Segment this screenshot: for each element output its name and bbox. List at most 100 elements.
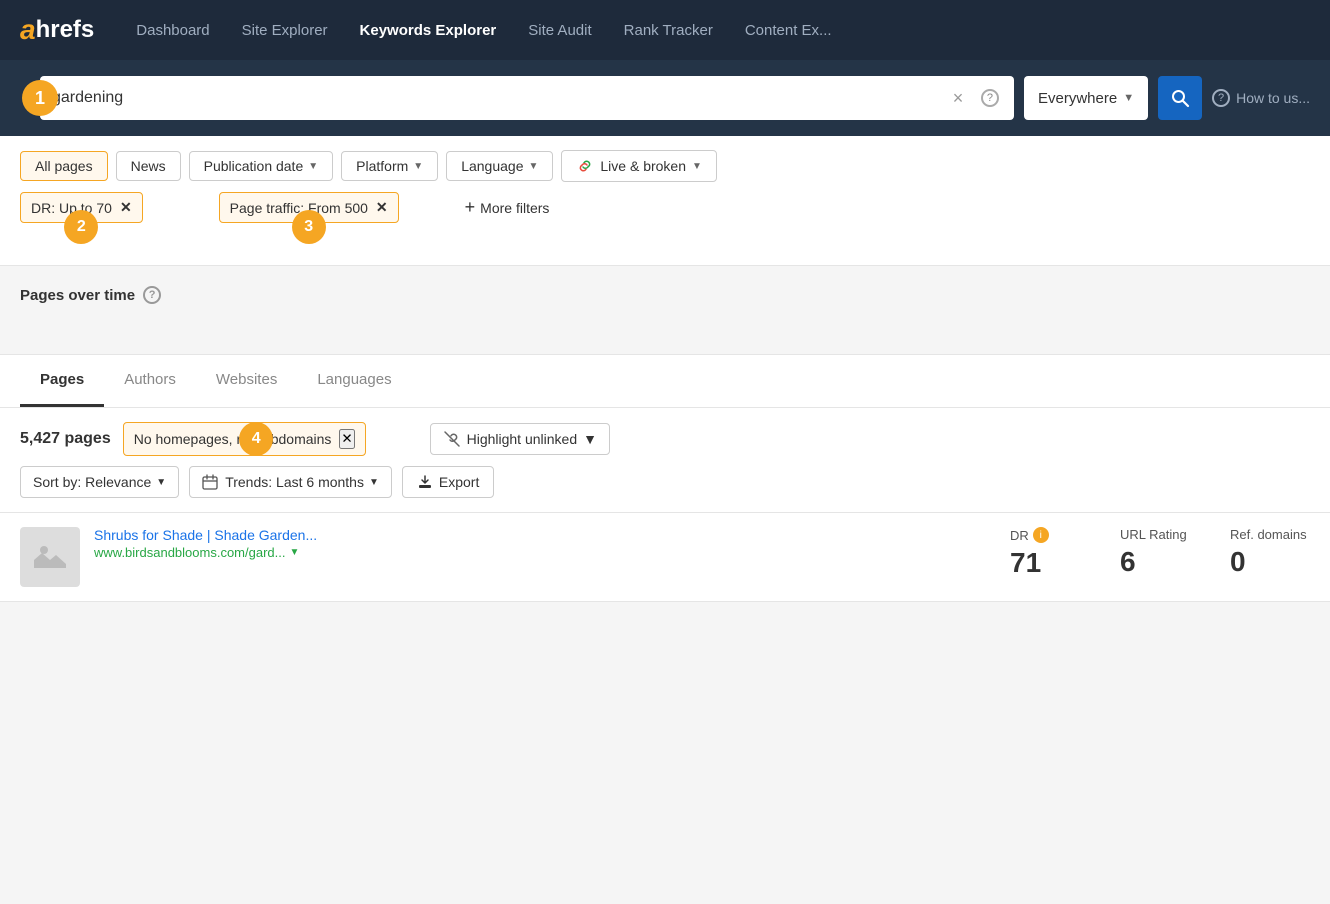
search-icon [1170, 88, 1190, 108]
dr-value: 71 [1010, 547, 1090, 579]
url-rating-label: URL Rating [1120, 527, 1200, 542]
trends-button[interactable]: Trends: Last 6 months ▼ [189, 466, 392, 498]
chevron-down-icon: ▼ [413, 161, 423, 172]
nav-links: Dashboard Site Explorer Keywords Explore… [124, 16, 843, 45]
remove-no-homepages-button[interactable]: ✕ [339, 429, 354, 449]
unlink-icon [443, 430, 461, 448]
logo[interactable]: a hrefs [20, 14, 94, 46]
filters-section: All pages News Publication date ▼ Platfo… [0, 136, 1330, 266]
how-to-button[interactable]: ? How to us... [1212, 89, 1310, 107]
step-badge-4: 4 [239, 422, 273, 456]
no-homepages-filter-tag: No homepages, no subdomains ✕ 4 [123, 422, 366, 456]
search-input-wrap: 1 × ? [40, 76, 1014, 120]
news-filter[interactable]: News [116, 151, 181, 181]
pages-over-time-title: Pages over time [20, 287, 135, 304]
step-badge-2: 2 [64, 210, 98, 244]
how-to-help-icon: ? [1212, 89, 1230, 107]
tabs-section: Pages Authors Websites Languages [0, 355, 1330, 408]
step-badge-3: 3 [292, 210, 326, 244]
results-section: Shrubs for Shade | Shade Garden... www.b… [0, 513, 1330, 602]
language-filter[interactable]: Language ▼ [446, 151, 553, 181]
search-input[interactable] [52, 89, 946, 107]
url-rating-value: 6 [1120, 546, 1200, 578]
no-homepages-label: No homepages, no subdomains [134, 431, 332, 447]
nav-site-explorer[interactable]: Site Explorer [230, 16, 340, 45]
table-controls: 5,427 pages No homepages, no subdomains … [0, 408, 1330, 513]
everywhere-dropdown[interactable]: Everywhere ▼ [1024, 76, 1148, 120]
highlight-unlinked-button[interactable]: Highlight unlinked ▼ [430, 423, 610, 455]
navigation: a hrefs Dashboard Site Explorer Keywords… [0, 0, 1330, 60]
plus-icon: + [465, 197, 476, 218]
tab-websites[interactable]: Websites [196, 355, 297, 407]
result-info: Shrubs for Shade | Shade Garden... www.b… [94, 527, 996, 560]
nav-site-audit[interactable]: Site Audit [516, 16, 603, 45]
url-dropdown-icon: ▼ [289, 547, 299, 558]
calendar-icon [202, 474, 218, 490]
publication-date-filter[interactable]: Publication date ▼ [189, 151, 334, 181]
live-broken-label: Live & broken [600, 158, 686, 174]
all-pages-label: All pages [35, 158, 93, 174]
more-filters-button[interactable]: + More filters [465, 197, 550, 218]
all-pages-filter[interactable]: All pages [20, 151, 108, 181]
result-thumbnail [20, 527, 80, 587]
tab-languages[interactable]: Languages [297, 355, 411, 407]
how-to-label: How to us... [1236, 90, 1310, 106]
result-url-text: www.birdsandblooms.com/gard... [94, 545, 285, 560]
chevron-down-icon: ▼ [692, 161, 702, 172]
chevron-down-icon: ▼ [583, 431, 597, 447]
platform-filter[interactable]: Platform ▼ [341, 151, 438, 181]
export-label: Export [439, 474, 479, 490]
live-broken-filter[interactable]: Live & broken ▼ [561, 150, 717, 182]
nav-content-explorer[interactable]: Content Ex... [733, 16, 844, 45]
search-icons: × ? [946, 86, 1002, 110]
image-placeholder-icon [34, 540, 66, 575]
search-bar: 1 × ? Everywhere ▼ ? How to us... [0, 60, 1330, 136]
result-metrics: DR i 71 URL Rating 6 Ref. domains 0 [1010, 527, 1310, 579]
filters-row1: All pages News Publication date ▼ Platfo… [20, 150, 1310, 182]
ref-domains-metric: Ref. domains 0 [1230, 527, 1310, 578]
tab-pages[interactable]: Pages [20, 355, 104, 407]
chevron-down-icon: ▼ [369, 477, 379, 488]
dr-metric: DR i 71 [1010, 527, 1090, 579]
pages-over-time-info-icon[interactable]: ? [143, 286, 161, 304]
export-icon [417, 474, 433, 490]
tabs-row: Pages Authors Websites Languages [20, 355, 1310, 407]
chevron-down-icon: ▼ [528, 161, 538, 172]
more-filters-label: More filters [480, 200, 549, 216]
publication-date-label: Publication date [204, 158, 304, 174]
sort-button[interactable]: Sort by: Relevance ▼ [20, 466, 179, 498]
result-title[interactable]: Shrubs for Shade | Shade Garden... [94, 527, 996, 543]
everywhere-label: Everywhere [1038, 90, 1117, 107]
remove-dr-filter-button[interactable]: ✕ [120, 199, 132, 216]
filters-row2: DR: Up to 70 ✕ 2 Page traffic: From 500 … [20, 192, 1310, 223]
table-row: Shrubs for Shade | Shade Garden... www.b… [0, 513, 1330, 602]
sort-label: Sort by: Relevance [33, 474, 151, 490]
table-controls-row2: Sort by: Relevance ▼ Trends: Last 6 mont… [20, 466, 1310, 498]
nav-dashboard[interactable]: Dashboard [124, 16, 221, 45]
tab-authors[interactable]: Authors [104, 355, 196, 407]
link-icon [576, 157, 594, 175]
dr-filter-tag: DR: Up to 70 ✕ 2 [20, 192, 143, 223]
logo-a: a [20, 14, 36, 46]
highlight-unlinked-label: Highlight unlinked [467, 431, 578, 447]
nav-keywords-explorer[interactable]: Keywords Explorer [348, 16, 509, 45]
url-rating-metric: URL Rating 6 [1120, 527, 1200, 578]
dr-info-icon[interactable]: i [1033, 527, 1049, 543]
chevron-down-icon: ▼ [1123, 92, 1134, 104]
page-traffic-filter-tag: Page traffic: From 500 ✕ 3 [219, 192, 399, 223]
export-button[interactable]: Export [402, 466, 494, 498]
table-controls-row1: 5,427 pages No homepages, no subdomains … [20, 422, 1310, 456]
clear-search-button[interactable]: × [946, 86, 970, 110]
pages-over-time-chart [20, 304, 1310, 344]
nav-rank-tracker[interactable]: Rank Tracker [612, 16, 725, 45]
ref-domains-value: 0 [1230, 546, 1310, 578]
trends-label: Trends: Last 6 months [225, 474, 364, 490]
search-help-icon[interactable]: ? [978, 86, 1002, 110]
pages-over-time-section: Pages over time ? [0, 266, 1330, 355]
search-button[interactable] [1158, 76, 1202, 120]
logo-hrefs: hrefs [36, 16, 95, 44]
step-badge-1: 1 [22, 80, 58, 116]
remove-page-traffic-filter-button[interactable]: ✕ [376, 199, 388, 216]
result-url[interactable]: www.birdsandblooms.com/gard... ▼ [94, 545, 996, 560]
pages-count: 5,427 pages [20, 430, 111, 448]
